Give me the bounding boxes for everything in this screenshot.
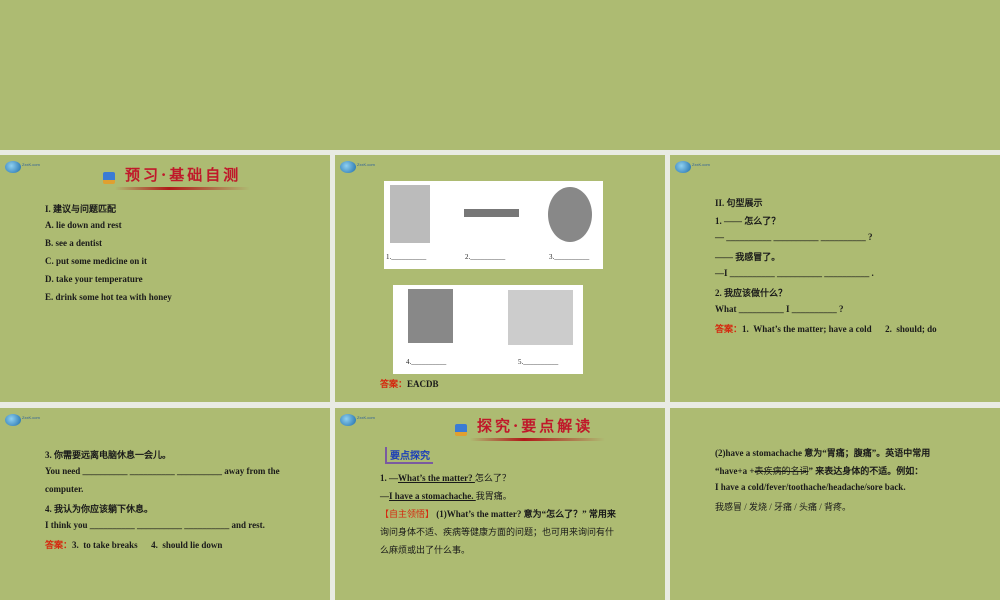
- text-line: —— 我感冒了。: [715, 252, 781, 262]
- dentist-image: [508, 290, 573, 345]
- logo-text: ZxxK.com: [692, 162, 710, 167]
- answer: 答案：1. What’s the matter; have a cold 2. …: [715, 322, 937, 335]
- logo-icon: [675, 161, 691, 173]
- option-d: D. take your temperature: [45, 274, 143, 284]
- blank-1: 1.__________: [386, 253, 427, 261]
- logo-icon: [340, 161, 356, 173]
- text-line: What __________ I __________ ?: [715, 304, 844, 314]
- answer-text: 3. to take breaks 4. should lie down: [72, 540, 223, 550]
- answer-label: 答案：: [45, 540, 73, 550]
- slide-thumbnail-1[interactable]: ZxxK.com 预习·基础自测 I. 建议与问题匹配 A. lie down …: [0, 155, 330, 402]
- heading-underline: [470, 438, 605, 441]
- graduation-cap-icon: [103, 172, 115, 184]
- text-line: 3. 你需要远离电脑休息一会儿。: [45, 450, 172, 460]
- logo-text: ZxxK.com: [22, 162, 40, 167]
- blank-2: 2.__________: [465, 253, 506, 261]
- heading-underline: [115, 187, 250, 190]
- option-c: C. put some medicine on it: [45, 256, 147, 266]
- burned-hand-image: [548, 187, 592, 242]
- text-line: 【自主领悟】 (1)What’s the matter? 意为“怎么了？” 常用…: [380, 509, 616, 519]
- answer: 答案：EACDB: [380, 377, 439, 390]
- text-line: —I __________ __________ __________ .: [715, 268, 874, 278]
- text-line: (2)have a stomachache 意为“胃痛；腹痛”。英语中常用: [715, 448, 931, 458]
- blank-4: 4.__________: [406, 358, 447, 366]
- text-line: You need __________ __________ _________…: [45, 466, 280, 476]
- logo-text: ZxxK.com: [357, 415, 375, 420]
- text-line: “have+a +表疾病的名词” 来表达身体的不适。例如：: [715, 466, 924, 476]
- answer-text: 1. What’s the matter; have a cold 2. sho…: [742, 324, 937, 334]
- section-title: I. 建议与问题匹配: [45, 204, 117, 214]
- option-e: E. drink some hot tea with honey: [45, 292, 172, 302]
- text-line: computer.: [45, 484, 84, 494]
- text-line: 2. 我应该做什么？: [715, 288, 788, 298]
- logo-text: ZxxK.com: [22, 415, 40, 420]
- key-points-badge: 要点探究: [385, 447, 433, 464]
- logo-icon: [5, 414, 21, 426]
- illustration-panel-2: 4.__________ 5.__________: [393, 285, 583, 374]
- option-b: B. see a dentist: [45, 238, 102, 248]
- slide-thumbnail-2[interactable]: ZxxK.com 1.__________ 2.__________ 3.___…: [335, 155, 665, 402]
- answer: 答案：3. to take breaks 4. should lie down: [45, 538, 222, 551]
- logo-icon: [5, 161, 21, 173]
- text-line: 4. 我认为你应该躺下休息。: [45, 504, 154, 514]
- option-a: A. lie down and rest: [45, 220, 122, 230]
- answer-text: EACDB: [407, 379, 439, 389]
- slide-thumbnail-5[interactable]: ZxxK.com 探究·要点解读 要点探究 1. —What’s the mat…: [335, 408, 665, 600]
- sick-boy-image: [390, 185, 430, 243]
- logo-text: ZxxK.com: [357, 162, 375, 167]
- graduation-cap-icon: [455, 424, 467, 436]
- thermometer-boy-image: [408, 289, 453, 343]
- slide-thumbnail-4[interactable]: ZxxK.com 3. 你需要远离电脑休息一会儿。 You need _____…: [0, 408, 330, 600]
- text-line: 我感冒 / 发烧 / 牙痛 / 头痛 / 背疼。: [715, 502, 852, 512]
- slide-heading: 探究·要点解读: [477, 417, 594, 435]
- slide-thumbnail-6[interactable]: (2)have a stomachache 意为“胃痛；腹痛”。英语中常用 “h…: [670, 408, 1000, 600]
- illustration-panel-1: 1.__________ 2.__________ 3.__________: [384, 181, 603, 269]
- blank-5: 5.__________: [518, 358, 559, 366]
- logo-icon: [340, 414, 356, 426]
- text-line: 1. —What’s the matter? 怎么了？: [380, 473, 511, 483]
- answer-label: 答案：: [715, 324, 743, 334]
- text-line: 询问身体不适、疾病等健康方面的问题；也可用来询问有什: [380, 527, 615, 537]
- text-line: 么麻烦或出了什么事。: [380, 545, 471, 555]
- text-line: I have a cold/fever/toothache/headache/s…: [715, 482, 906, 492]
- slide-thumbnail-3[interactable]: ZxxK.com II. 句型展示 1. —— 怎么了？ — _________…: [670, 155, 1000, 402]
- lying-down-image: [464, 209, 519, 217]
- text-line: 1. —— 怎么了？: [715, 216, 781, 226]
- slide-heading: 预习·基础自测: [125, 166, 242, 184]
- text-line: — __________ __________ __________ ?: [715, 232, 873, 242]
- text-line: —I have a stomachache. 我胃痛。: [380, 491, 512, 501]
- section-title: II. 句型展示: [715, 198, 763, 208]
- slide-area-top: [0, 0, 1000, 150]
- text-line: I think you __________ __________ ______…: [45, 520, 265, 530]
- answer-label: 答案：: [380, 379, 408, 389]
- blank-3: 3.__________: [549, 253, 590, 261]
